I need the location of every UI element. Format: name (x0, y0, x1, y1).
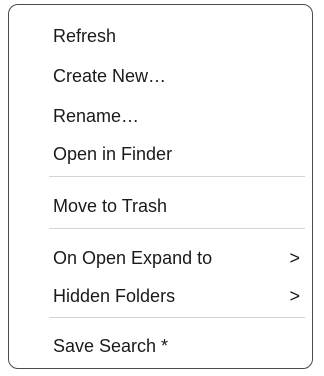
menu-separator (49, 176, 305, 177)
context-menu: Refresh Create New… Rename… Open in Find… (8, 4, 313, 369)
menu-item-save-search[interactable]: Save Search * (53, 331, 306, 361)
menu-item-open-in-finder[interactable]: Open in Finder (53, 139, 306, 169)
menu-item-label: Refresh (53, 26, 117, 46)
menu-item-on-open-expand-to[interactable]: On Open Expand to > (53, 243, 306, 273)
menu-item-move-to-trash[interactable]: Move to Trash (53, 191, 306, 221)
chevron-right-icon: > (289, 286, 300, 306)
menu-item-label: Save Search * (53, 336, 169, 356)
menu-item-create-new[interactable]: Create New… (53, 61, 306, 91)
menu-item-label: Move to Trash (53, 196, 168, 216)
menu-item-label: Hidden Folders (53, 286, 176, 306)
menu-item-hidden-folders[interactable]: Hidden Folders > (53, 281, 306, 311)
menu-item-label: On Open Expand to (53, 248, 213, 268)
chevron-right-icon: > (289, 248, 300, 268)
menu-item-label: Create New… (53, 66, 167, 86)
menu-item-label: Open in Finder (53, 144, 173, 164)
menu-item-refresh[interactable]: Refresh (53, 21, 306, 51)
menu-item-rename[interactable]: Rename… (53, 101, 306, 131)
menu-item-label: Rename… (53, 106, 140, 126)
menu-separator (49, 228, 305, 229)
menu-separator (49, 317, 305, 318)
